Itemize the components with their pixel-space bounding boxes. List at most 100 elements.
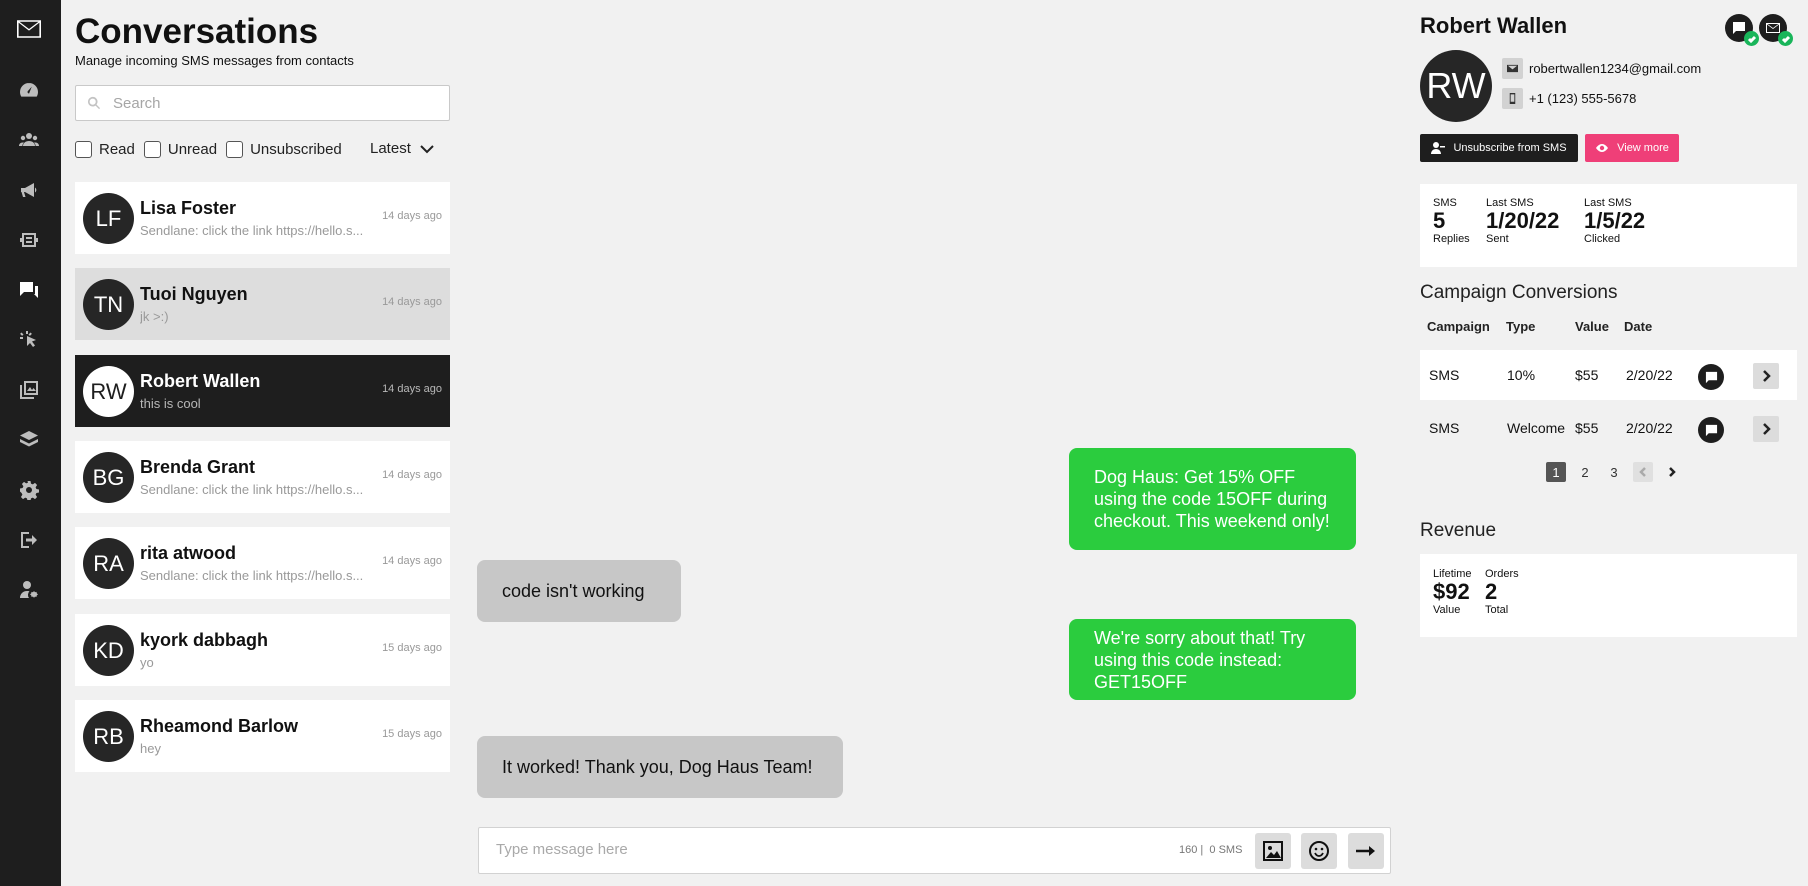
message-snippet: yo <box>140 655 154 670</box>
cell-value: $55 <box>1575 420 1599 436</box>
stat-sub: Total <box>1485 604 1509 616</box>
chevron-down-icon <box>420 144 434 153</box>
contact-phone: +1 (123) 555-5678 <box>1529 91 1637 106</box>
contact-name: Robert Wallen <box>1420 13 1568 38</box>
integrations-icon[interactable] <box>17 428 41 452</box>
timestamp: 14 days ago <box>382 210 442 222</box>
attach-image-button[interactable] <box>1255 833 1291 869</box>
page-button-3[interactable]: 3 <box>1604 462 1624 482</box>
arrow-right-icon <box>1356 846 1375 856</box>
stat-sms-replies: SMS 5 Replies <box>1433 197 1470 245</box>
stat-value: 1/20/22 <box>1486 208 1560 233</box>
message-icon[interactable] <box>1698 364 1724 390</box>
checkbox[interactable] <box>75 140 92 158</box>
timestamp: 15 days ago <box>382 728 442 740</box>
avatar: RW <box>83 366 134 417</box>
sort-dropdown[interactable]: Latest <box>370 140 435 157</box>
avatar: RA <box>83 538 134 589</box>
conversation-item-selected[interactable]: RW Robert Wallen this is cool 14 days ag… <box>75 355 450 427</box>
search-input[interactable] <box>113 94 433 112</box>
cell-value: $55 <box>1575 367 1599 383</box>
filter-label: Read <box>99 140 135 158</box>
search-box[interactable] <box>75 85 450 121</box>
message-bubble-incoming: code isn't working <box>477 560 681 622</box>
contact-email: robertwallen1234@gmail.com <box>1529 61 1702 76</box>
sms-stats-card: SMS 5 Replies Last SMS 1/20/22 Sent Last… <box>1420 184 1797 267</box>
contact-name: Lisa Foster <box>140 198 237 218</box>
conversation-item[interactable]: LF Lisa Foster Sendlane: click the link … <box>75 182 450 254</box>
checkbox[interactable] <box>226 140 244 158</box>
emoji-icon <box>1309 841 1329 861</box>
conversation-item[interactable]: TN Tuoi Nguyen jk >:) 14 days ago <box>75 268 450 340</box>
stat-sub: Sent <box>1486 233 1509 245</box>
email-subscribed-status <box>1759 14 1793 46</box>
page-button-2[interactable]: 2 <box>1575 462 1595 482</box>
avatar: RB <box>83 711 134 762</box>
page-button-1[interactable]: 1 <box>1546 462 1566 482</box>
settings-icon[interactable] <box>17 478 41 502</box>
dashboard-icon[interactable] <box>17 78 41 102</box>
cell-type: 10% <box>1507 367 1536 383</box>
audience-icon[interactable] <box>17 128 41 152</box>
timestamp: 15 days ago <box>382 642 442 654</box>
automation-icon[interactable] <box>17 228 41 252</box>
contact-name: Rheamond Barlow <box>140 716 299 736</box>
conversation-list-panel: Conversations Manage incoming SMS messag… <box>61 0 464 886</box>
conversation-item[interactable]: KD kyork dabbagh yo 15 days ago <box>75 614 450 686</box>
cell-campaign: SMS <box>1429 367 1460 383</box>
conversations-icon[interactable] <box>17 278 41 302</box>
message-snippet: Sendlane: click the link https://hello.s… <box>140 482 364 497</box>
stat-value: $92 <box>1433 579 1470 604</box>
campaign-icon[interactable] <box>17 178 41 202</box>
chevron-right-icon <box>1763 423 1771 435</box>
filter-unsubscribed[interactable]: Unsubscribed <box>226 140 342 158</box>
message-snippet: Sendlane: click the link https://hello.s… <box>140 223 364 238</box>
message-icon[interactable] <box>1698 417 1724 443</box>
message-bubble-incoming: It worked! Thank you, Dog Haus Team! <box>477 736 843 798</box>
table-row: SMS Welcome $55 2/20/22 <box>1420 403 1797 453</box>
mail-logo-icon[interactable] <box>17 17 41 41</box>
row-open-button[interactable] <box>1753 416 1779 442</box>
chevron-right-icon <box>1669 467 1676 477</box>
unsubscribe-sms-button[interactable]: Unsubscribe from SMS <box>1420 134 1578 162</box>
button-label: Unsubscribe from SMS <box>1453 142 1567 154</box>
contact-avatar: RW <box>1420 50 1492 122</box>
prev-page-button[interactable] <box>1633 462 1653 482</box>
emoji-button[interactable] <box>1301 833 1337 869</box>
filter-unread[interactable]: Unread <box>143 140 217 158</box>
check-icon <box>1744 31 1759 46</box>
sms-subscribed-status <box>1725 14 1759 46</box>
avatar: LF <box>83 193 134 244</box>
account-settings-icon[interactable] <box>17 578 41 602</box>
message-snippet: Sendlane: click the link https://hello.s… <box>140 568 364 583</box>
logout-icon[interactable] <box>17 528 41 552</box>
revenue-title: Revenue <box>1420 520 1497 541</box>
message-snippet: hey <box>140 741 161 756</box>
conversation-item[interactable]: RA rita atwood Sendlane: click the link … <box>75 527 450 599</box>
envelope-icon <box>1502 58 1523 79</box>
image-icon <box>1263 841 1283 861</box>
message-snippet: jk >:) <box>140 309 169 324</box>
avatar: TN <box>83 279 134 330</box>
click-tracking-icon[interactable] <box>17 328 41 352</box>
button-label: View more <box>1617 142 1669 154</box>
conversation-item[interactable]: BG Brenda Grant Sendlane: click the link… <box>75 441 450 513</box>
filter-read[interactable]: Read <box>75 140 135 158</box>
campaign-conversions-title: Campaign Conversions <box>1420 282 1618 303</box>
stat-last-sms-clicked: Last SMS 1/5/22 Clicked <box>1584 197 1645 245</box>
user-remove-icon <box>1431 142 1446 154</box>
stat-sub: Value <box>1433 604 1461 616</box>
send-button[interactable] <box>1348 833 1384 869</box>
stat-value: 1/5/22 <box>1584 208 1646 233</box>
column-header-campaign: Campaign <box>1427 319 1490 334</box>
contact-name: rita atwood <box>140 543 237 563</box>
message-input[interactable] <box>496 841 1136 858</box>
filter-label: Unsubscribed <box>250 140 342 158</box>
conversation-item[interactable]: RB Rheamond Barlow hey 15 days ago <box>75 700 450 772</box>
next-page-button[interactable] <box>1662 462 1682 482</box>
media-library-icon[interactable] <box>17 378 41 402</box>
row-open-button[interactable] <box>1753 363 1779 389</box>
checkbox[interactable] <box>143 140 161 158</box>
sms-count: 0 SMS <box>1209 844 1243 856</box>
view-more-button[interactable]: View more <box>1585 134 1679 162</box>
